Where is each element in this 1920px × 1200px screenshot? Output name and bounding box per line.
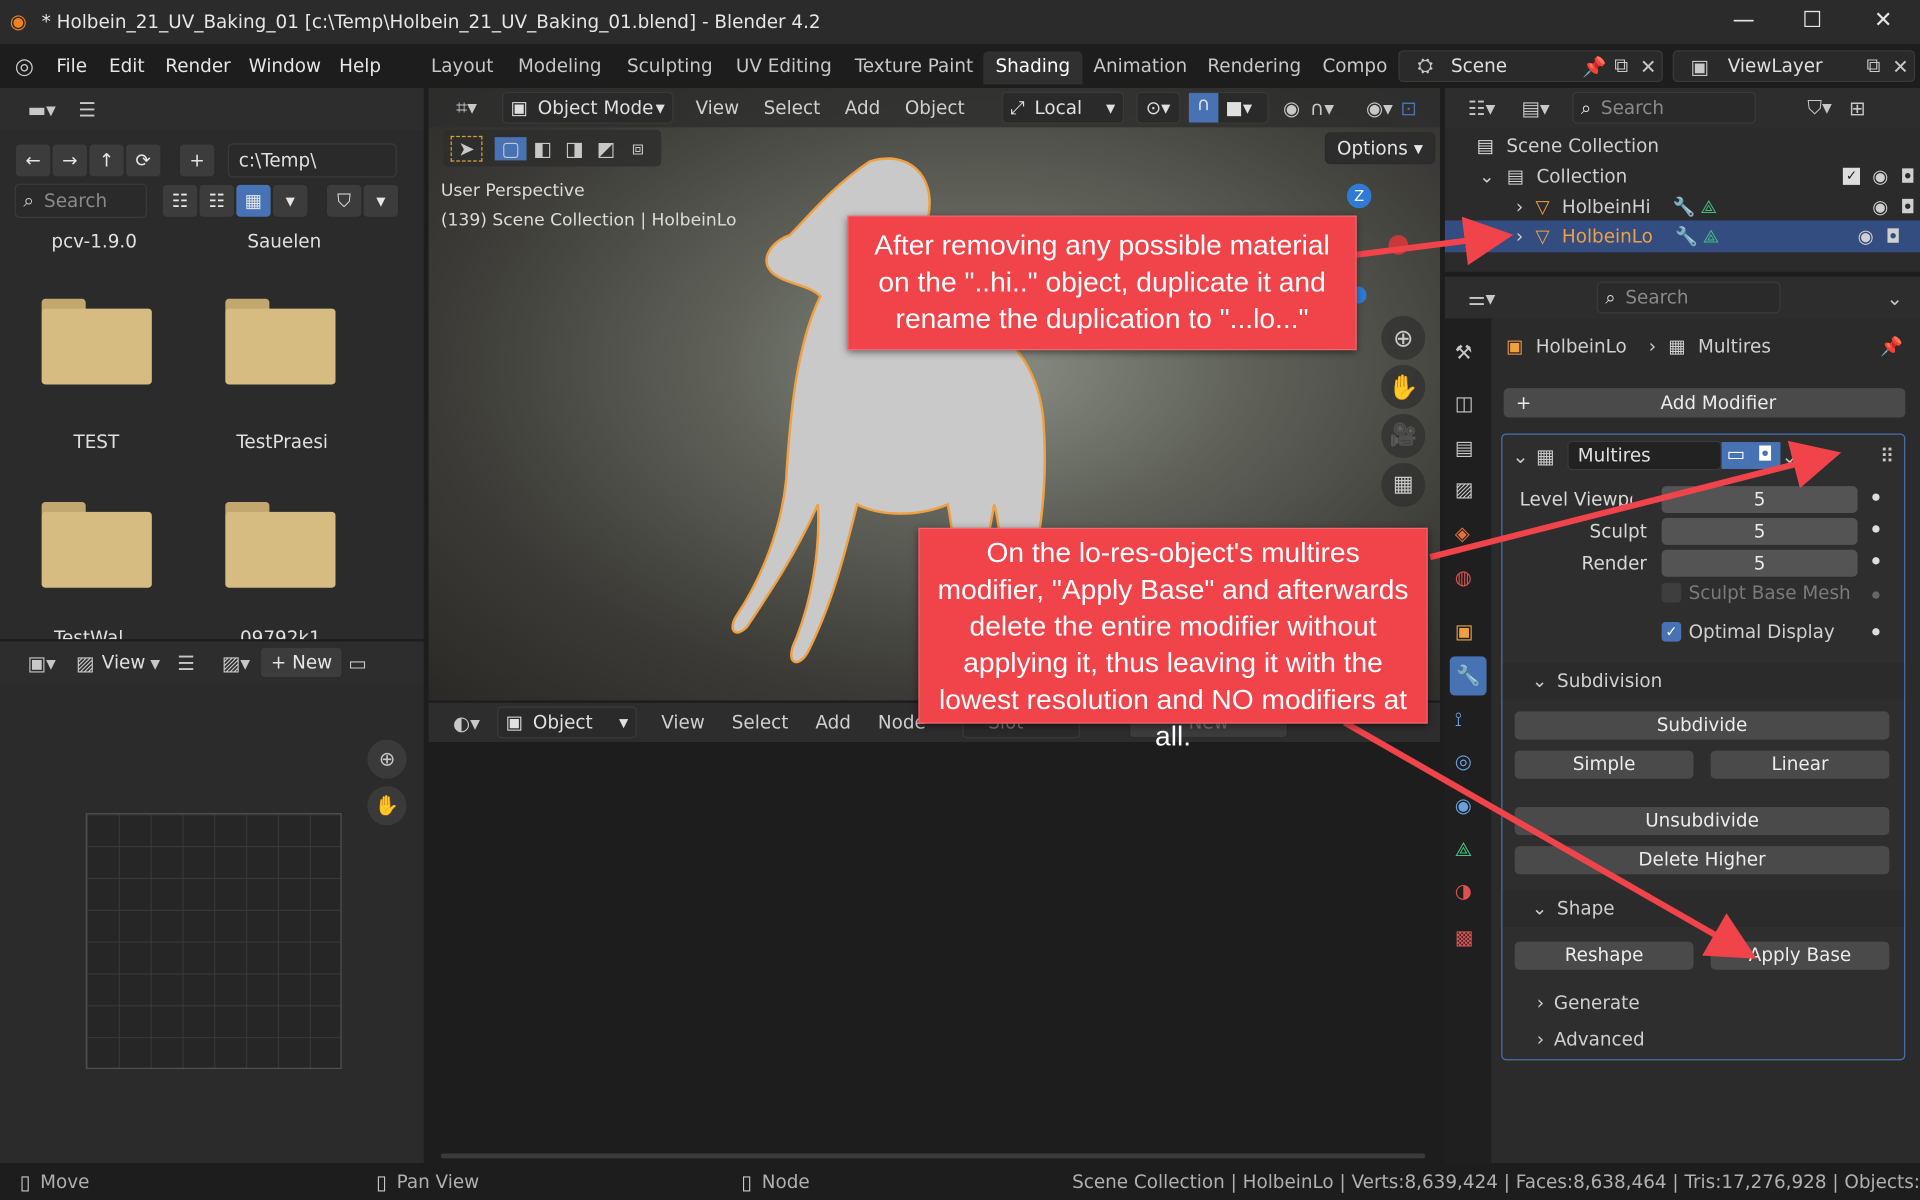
callout-text: On the lo-res-object's multires modifier… bbox=[937, 536, 1409, 752]
arrow-to-holbeinlo bbox=[1356, 216, 1514, 266]
arrow-to-remove-modifier bbox=[1429, 440, 1842, 561]
callout-apply-base-instruction: On the lo-res-object's multires modifier… bbox=[918, 527, 1428, 752]
callout-duplicate-instruction: After removing any possible material on … bbox=[847, 215, 1357, 351]
callout-text: After removing any possible material on … bbox=[874, 228, 1330, 335]
arrow-to-apply-base bbox=[1342, 719, 1757, 959]
